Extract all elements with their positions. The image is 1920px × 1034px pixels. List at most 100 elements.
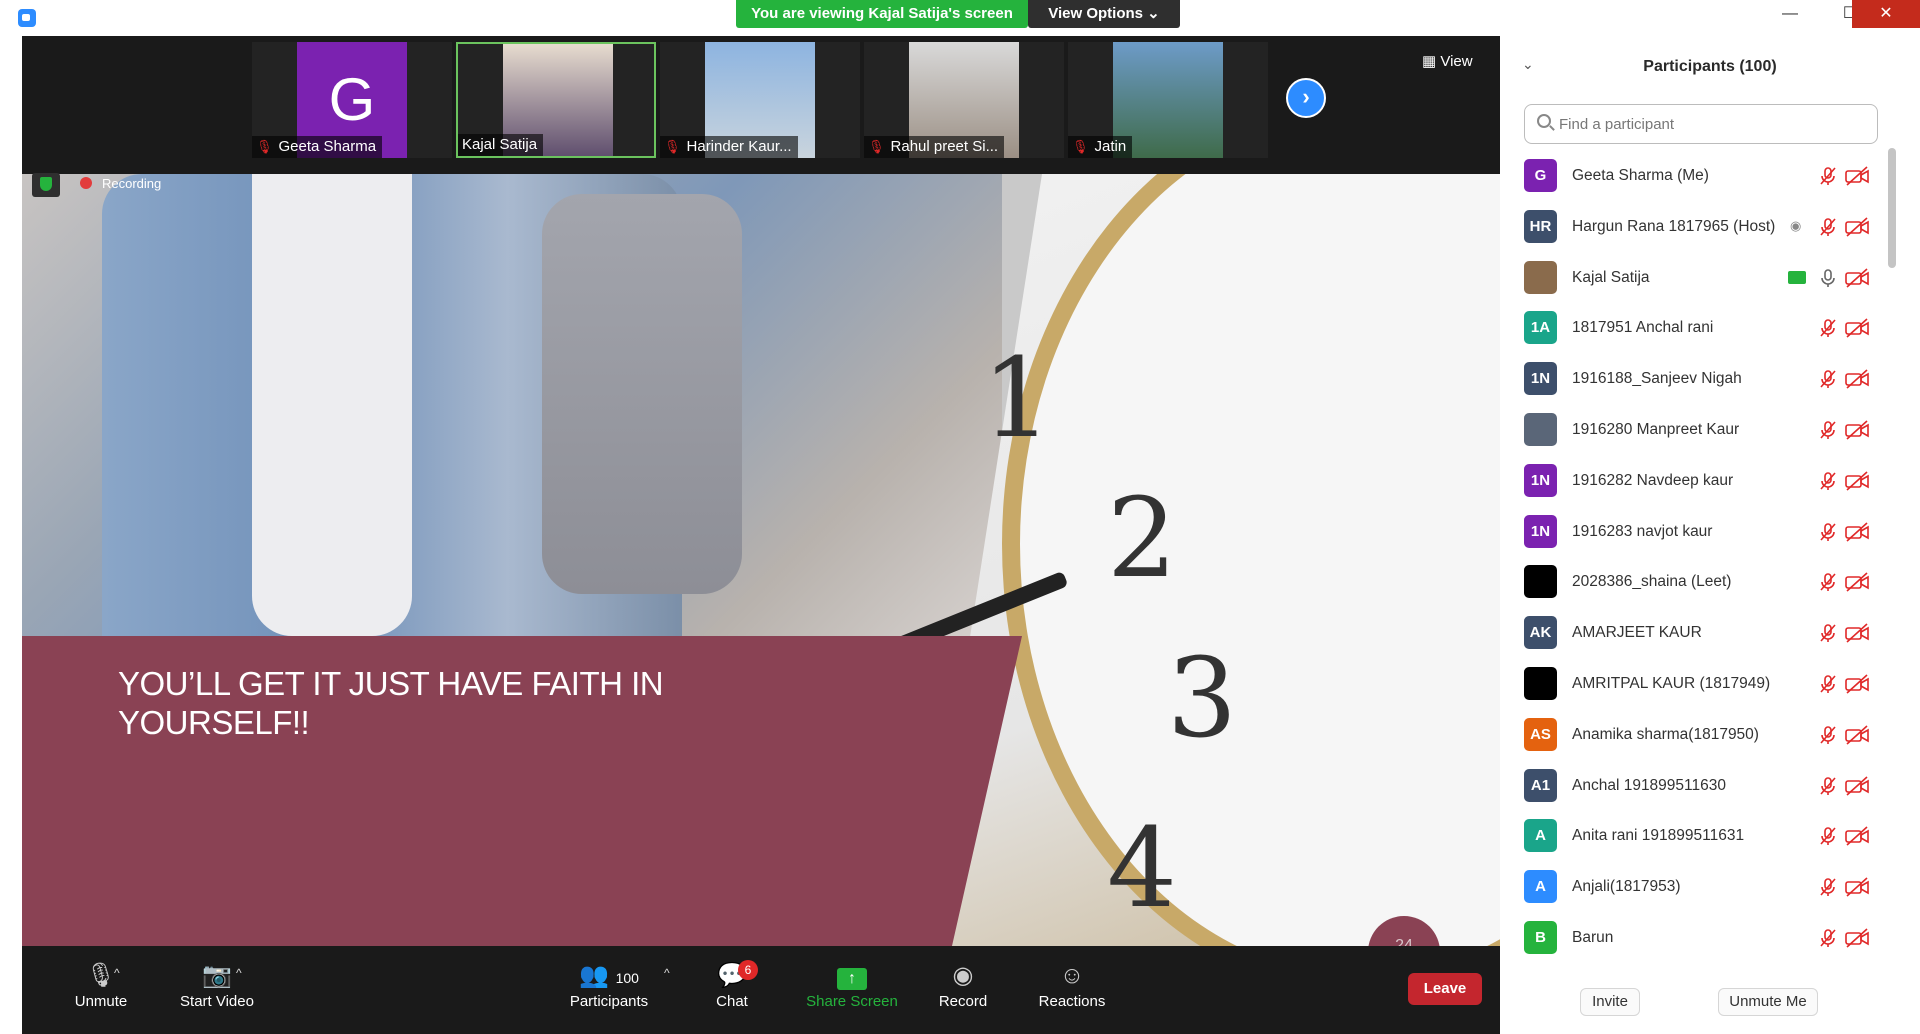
audio-options-chevron-icon[interactable]: ^	[114, 966, 120, 980]
encryption-shield-icon[interactable]	[32, 173, 60, 197]
participant-name: Anjali(1817953)	[1572, 878, 1681, 896]
participant-row[interactable]: 1A 1817951 Anchal rani	[1500, 304, 1900, 354]
participant-search-input[interactable]	[1559, 113, 1859, 135]
video-off-icon[interactable]	[1844, 166, 1870, 186]
mic-muted-icon[interactable]	[1818, 217, 1838, 237]
chat-unread-badge: 6	[738, 960, 758, 980]
video-off-icon[interactable]	[1844, 877, 1870, 897]
avatar: A1	[1524, 768, 1557, 802]
view-layout-button[interactable]: ▦ View	[1422, 52, 1473, 70]
video-tile[interactable]: 🎙 Rahul preet Si...	[864, 42, 1064, 158]
mic-muted-icon[interactable]	[1818, 572, 1838, 592]
video-off-icon[interactable]	[1844, 471, 1870, 491]
participant-row[interactable]: Kajal Satija	[1500, 254, 1900, 304]
video-off-icon[interactable]	[1844, 775, 1870, 796]
mic-muted-icon[interactable]	[1818, 166, 1838, 186]
video-off-icon[interactable]	[1844, 318, 1870, 338]
mic-muted-icon[interactable]	[1818, 318, 1838, 338]
zoom-logo-icon	[18, 9, 36, 27]
video-off-icon[interactable]	[1844, 267, 1870, 288]
participants-icon: 👥 100	[579, 962, 639, 989]
desktop-edge	[0, 36, 22, 1034]
share-screen-icon: ↑	[837, 968, 867, 990]
participant-row[interactable]: HR Hargun Rana 1817965 (Host) ◉	[1500, 203, 1900, 253]
mic-muted-icon[interactable]	[1818, 928, 1838, 948]
video-off-icon[interactable]	[1844, 420, 1870, 440]
mic-icon[interactable]	[1818, 268, 1838, 288]
video-off-icon[interactable]	[1844, 826, 1870, 846]
participant-row[interactable]: 1N 1916188_Sanjeev Nigah	[1500, 355, 1900, 405]
panel-header: ⌄ Participants (100)	[1500, 54, 1920, 84]
participant-row[interactable]: 2028386_shaina (Leet)	[1500, 558, 1900, 608]
meeting-toolbar: 🎙 Unmute ^ 📷 Start Video ^ 👥 100 Partici…	[22, 956, 1500, 1024]
video-tile[interactable]: G 🎙 Geeta Sharma	[252, 42, 452, 158]
participant-row[interactable]: A Anita rani 191899511631	[1500, 812, 1900, 862]
participants-button[interactable]: 👥 100 Participants	[554, 956, 664, 1024]
participant-row[interactable]: AS Anamika sharma(1817950)	[1500, 711, 1900, 761]
share-screen-label: Share Screen	[806, 993, 898, 1010]
minimize-button[interactable]: —	[1760, 0, 1820, 28]
clock-number: 2	[1107, 474, 1177, 602]
clock-number: 1	[982, 334, 1052, 462]
slide-photo	[22, 174, 1002, 636]
mic-muted-icon[interactable]	[1818, 725, 1838, 745]
mic-muted-icon: 🎙	[868, 139, 885, 154]
video-off-icon[interactable]	[1844, 674, 1870, 694]
video-off-icon[interactable]	[1844, 725, 1870, 745]
recording-indicator: Recording	[80, 176, 161, 191]
unmute-me-button[interactable]: Unmute Me	[1718, 988, 1818, 1016]
mic-muted-icon[interactable]	[1818, 369, 1838, 389]
reactions-button[interactable]: ☺ Reactions	[1022, 956, 1122, 1024]
mic-muted-icon[interactable]	[1818, 826, 1838, 846]
view-options-button[interactable]: View Options ⌄	[1028, 0, 1180, 28]
mic-muted-icon[interactable]	[1818, 471, 1838, 491]
participant-search-box[interactable]	[1524, 104, 1878, 144]
participant-row[interactable]: B Barun	[1500, 914, 1900, 964]
shared-screen: 1 2 3 4 YOU’LL GET IT JUST HAVE FAITH IN…	[22, 174, 1500, 946]
video-off-icon[interactable]	[1844, 928, 1870, 948]
video-tile[interactable]: 🎙 Jatin	[1068, 42, 1268, 158]
participants-options-chevron-icon[interactable]: ^	[664, 966, 670, 980]
video-off-icon[interactable]	[1844, 623, 1870, 643]
participant-name: Hargun Rana 1817965 (Host)	[1572, 217, 1776, 235]
zoom-window: You are viewing Kajal Satija's screen Vi…	[0, 0, 1920, 1034]
participant-row[interactable]: AK AMARJEET KAUR	[1500, 609, 1900, 659]
participant-name: AMARJEET KAUR	[1572, 624, 1702, 642]
participant-row[interactable]: A1 Anchal 191899511630	[1500, 762, 1900, 812]
invite-button[interactable]: Invite	[1580, 988, 1640, 1016]
mic-muted-icon[interactable]	[1818, 776, 1838, 796]
participant-row[interactable]: 1N 1916283 navjot kaur	[1500, 508, 1900, 558]
mic-muted-icon[interactable]	[1818, 674, 1838, 694]
video-options-chevron-icon[interactable]: ^	[236, 966, 242, 980]
participant-name: Anita rani 191899511631	[1572, 827, 1745, 845]
tile-name-bar: 🎙 Rahul preet Si...	[864, 136, 1005, 158]
record-button[interactable]: ◉ Record	[928, 956, 998, 1024]
unmute-button[interactable]: 🎙 Unmute	[46, 956, 156, 1024]
next-page-arrow-icon[interactable]: ›	[1286, 78, 1326, 118]
avatar	[1524, 413, 1557, 446]
mic-muted-icon[interactable]	[1818, 420, 1838, 440]
video-tile[interactable]: 🎙 Harinder Kaur...	[660, 42, 860, 158]
participant-row[interactable]: G Geeta Sharma (Me)	[1500, 152, 1900, 202]
participant-row[interactable]: 1916280 Manpreet Kaur	[1500, 406, 1900, 456]
share-screen-button[interactable]: ↑ Share Screen	[792, 956, 912, 1024]
video-off-icon[interactable]	[1844, 572, 1870, 592]
participant-row[interactable]: AMRITPAL KAUR (1817949)	[1500, 660, 1900, 710]
mic-muted-icon[interactable]	[1818, 522, 1838, 542]
unmute-label: Unmute	[74, 993, 128, 1010]
video-off-icon[interactable]	[1844, 521, 1870, 542]
video-off-icon[interactable]	[1844, 369, 1870, 389]
view-label: View	[1440, 53, 1473, 70]
scrollbar[interactable]	[1888, 148, 1896, 268]
close-button[interactable]: ✕	[1852, 0, 1920, 28]
tile-name: Rahul preet Si...	[890, 138, 999, 155]
video-off-icon[interactable]	[1844, 217, 1870, 237]
participant-row[interactable]: A Anjali(1817953)	[1500, 863, 1900, 913]
mic-muted-icon[interactable]	[1818, 877, 1838, 897]
leave-button[interactable]: Leave	[1408, 973, 1482, 1005]
start-video-button[interactable]: 📷 Start Video	[152, 956, 282, 1024]
video-tile-active[interactable]: Kajal Satija	[456, 42, 656, 158]
search-icon	[1537, 114, 1551, 128]
mic-muted-icon[interactable]	[1818, 623, 1838, 643]
participant-row[interactable]: 1N 1916282 Navdeep kaur	[1500, 457, 1900, 507]
